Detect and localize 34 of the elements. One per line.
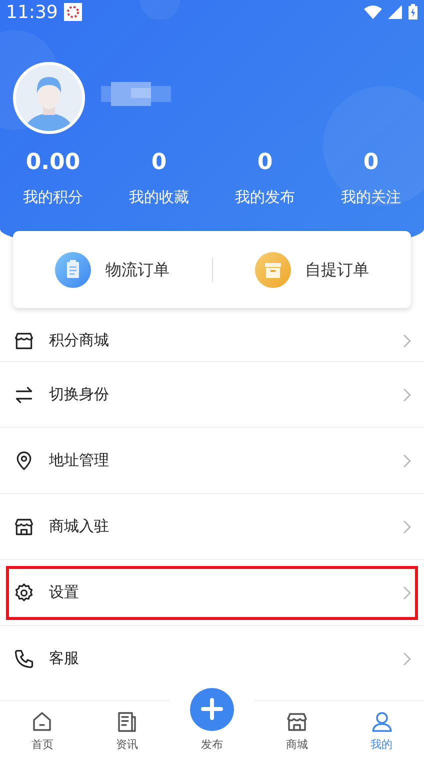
stat-value: 0.00 [26,152,80,174]
stat-label: 我的积分 [23,187,83,208]
phone-icon [13,648,35,670]
stat-value: 0 [257,152,273,174]
chevron-right-icon [403,520,411,534]
menu-item[interactable]: 地址管理 [0,428,424,494]
redacted-name-drawing [101,80,171,108]
signal-icon [388,5,402,19]
wifi-icon [364,5,382,19]
stat-label: 我的发布 [235,187,295,208]
chevron-right-icon [403,652,411,666]
chevron-right-icon [403,334,411,348]
user-icon [370,710,394,734]
stat-value: 0 [363,152,379,174]
menu-item[interactable]: 设置 [0,560,424,626]
stat-value: 0 [151,152,167,174]
chevron-right-icon [403,388,411,402]
status-time: 11:39 [6,0,58,24]
plus-icon [200,698,223,720]
nav-tab[interactable]: 发布 [170,688,254,759]
order-link[interactable]: 物流订单 [105,258,170,282]
settings-icon [13,582,35,604]
app-notification-icon [64,3,82,21]
box-icon [254,252,291,288]
clipboard-icon [55,252,92,288]
menu-item[interactable]: 商城入驻 [0,494,424,560]
battery-icon [408,4,418,20]
menu-item[interactable]: 切换身份 [0,362,424,428]
stat-label: 我的关注 [341,187,401,208]
chevron-right-icon [403,454,411,468]
menu-item[interactable]: 积分商城 [0,308,424,362]
chevron-right-icon [403,586,411,600]
stat-label: 我的收藏 [129,187,189,208]
order-link[interactable]: 自提订单 [304,258,369,282]
